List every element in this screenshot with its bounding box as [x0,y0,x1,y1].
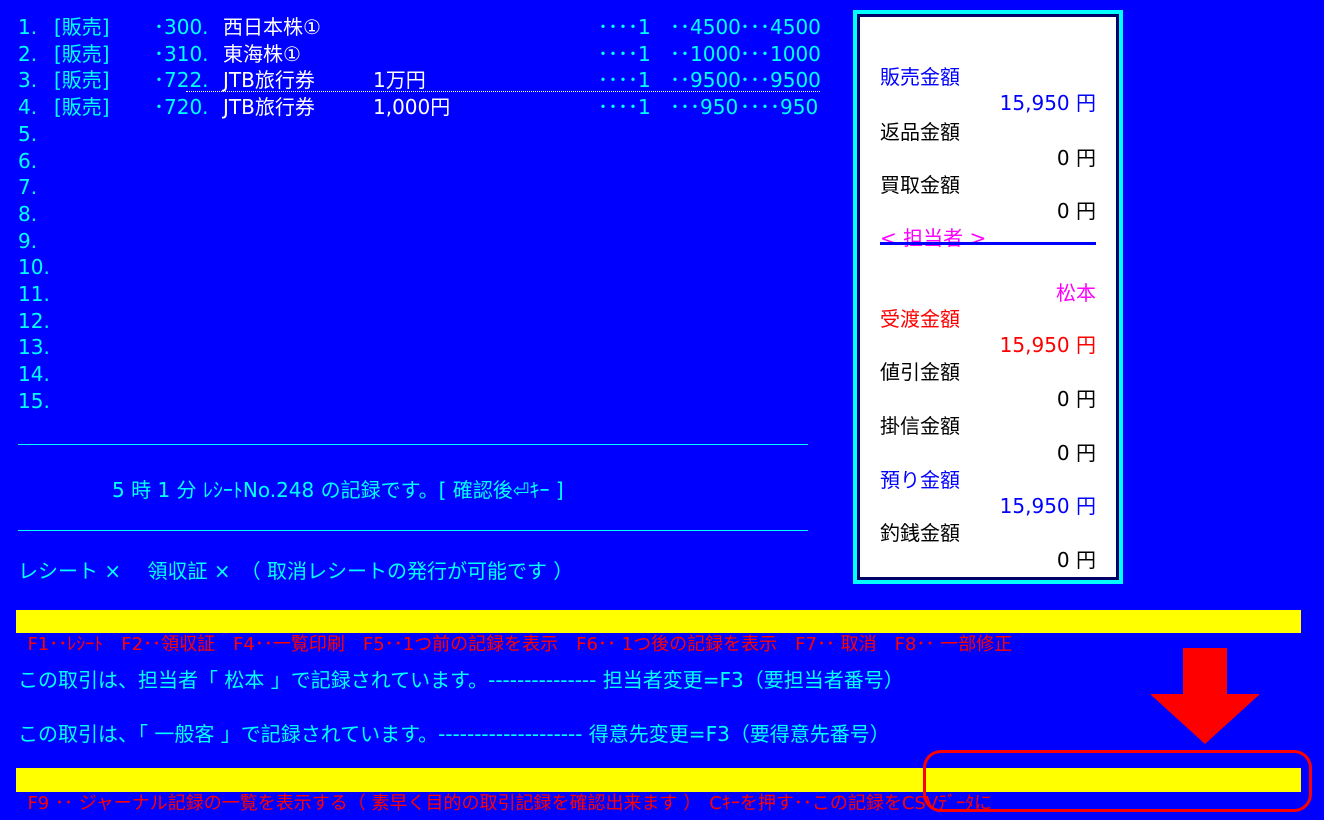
line-cat: [販売] [54,15,110,39]
journal-line: 11. [18,281,828,308]
journal-line: 10. [18,254,828,281]
f9-key[interactable]: F9 ･･ ジャーナル記録の一覧を表示する（ 素早く目的の取引記録を確認出来ます… [27,793,701,814]
journal-line: 9. [18,228,828,255]
line-code: ･720. [154,95,209,120]
line-price: ･･4500 [670,15,741,39]
line-no: 3. [18,68,38,93]
f4-key[interactable]: F4･･一覧印刷 [233,634,345,655]
line-no: 11. [18,282,50,306]
purchase-label: 買取金額 [880,173,960,197]
down-arrow-icon [1150,648,1260,744]
line-price: ･･･950 [670,95,739,120]
change-value: 0 円 [1056,548,1096,572]
discount-label: 値引金額 [880,360,960,384]
line-no: 14. [18,362,50,387]
line-name2: 1,000円 [373,95,451,120]
totals-panel: 販売金額 15,950 円 返品金額 0 円 買取金額 0 円 < 担当者 > … [857,14,1119,580]
line-name: 東海株① [223,41,301,66]
staff-label: < 担当者 > [880,226,987,250]
staff-name: 松本 [1056,281,1096,305]
line-no: 1. [18,15,38,39]
received-value: 15,950 円 [999,333,1096,357]
f2-key[interactable]: F2･･領収証 [121,634,215,655]
receipt-status: レシート × 領収証 × （ 取消レシートの発行が可能です ） [18,559,574,583]
line-no: 10. [18,255,50,280]
journal-line: 7. [18,174,828,201]
journal-line: 8. [18,201,828,228]
line-no: 4. [18,95,38,120]
line-code: ･310. [154,41,209,66]
journal-line: 1. [販売] ･300. 西日本株① ････1 ･･4500 ･･･4500 [18,14,828,41]
returns-label: 返品金額 [880,120,960,144]
line-name: JTB旅行券 [223,95,315,120]
line-no: 9. [18,228,38,253]
credit-label: 掛信金額 [880,414,960,438]
line-cat: [販売] [54,41,110,66]
line-total: ････950 [740,95,819,120]
journal-line: 2. [販売] ･310. 東海株① ････1 ･･1000 ･･･1000 [18,41,828,68]
function-key-bar: F1･･ﾚｼｰﾄ F2･･領収証 F4･･一覧印刷 F5･･1つ前の記録を表示 F6･･… [16,610,1301,655]
sales-label: 販売金額 [880,65,960,89]
line-separator [186,91,820,92]
f1-key[interactable]: F1･･ﾚｼｰﾄ [27,634,103,655]
f5-key[interactable]: F5･･1つ前の記録を表示 [363,634,558,655]
line-no: 15. [18,388,50,413]
line-no: 2. [18,41,38,66]
line-no: 12. [18,308,50,333]
line-qty: ････1 [598,15,651,39]
line-total: ･･･4500 [740,15,821,39]
line-no: 5. [18,121,38,146]
line-no: 6. [18,148,38,173]
journal-line: 13. [18,334,828,361]
divider-top [18,444,808,445]
f8-key[interactable]: F8･･ 一部修正 [895,634,1013,655]
highlight-oval [923,750,1312,812]
divider-bottom [18,530,808,531]
line-price: ･･1000 [670,41,741,66]
staff-info: この取引は、担当者「 松本 」で記録されています。---------------… [18,668,904,692]
f7-key[interactable]: F7･･ 取消 [795,634,877,655]
line-qty: ････1 [598,41,651,66]
journal-line: 14. [18,361,828,388]
line-total: ･･･1000 [740,41,821,66]
journal-line: 6. [18,148,828,175]
sales-value: 15,950 円 [999,91,1096,115]
customer-info: この取引は、「 一般客 」で記録されています。-----------------… [18,722,890,746]
line-cat: [販売] [54,95,110,120]
change-label: 釣銭金額 [880,521,960,545]
line-qty: ････1 [598,95,651,120]
panel-separator [880,242,1096,245]
deposit-label: 預り金額 [880,468,960,492]
line-name: 西日本株① [223,15,321,39]
record-message: 5 時 1 分 ﾚｼｰﾄNo.248 の記録です。[ 確認後⏎ｷｰ ] [112,478,564,502]
journal-line: 4. [販売] ･720. JTB旅行券 1,000円 ････1 ･･･950 ････95… [18,94,828,121]
journal-line: 12. [18,308,828,335]
credit-value: 0 円 [1056,441,1096,465]
received-label: 受渡金額 [880,307,960,331]
journal-lines: 1. [販売] ･300. 西日本株① ････1 ･･4500 ･･･4500 2. [販売]… [18,14,828,444]
line-cat: [販売] [54,68,110,93]
purchase-value: 0 円 [1056,199,1096,223]
line-no: 7. [18,175,38,200]
f6-key[interactable]: F6･･ 1つ後の記録を表示 [576,634,777,655]
returns-value: 0 円 [1056,146,1096,170]
journal-line: 5. [18,121,828,148]
discount-value: 0 円 [1056,387,1096,411]
line-no: 8. [18,201,38,226]
journal-line: 15. [18,388,828,415]
deposit-value: 15,950 円 [999,494,1096,518]
line-code: ･300. [154,15,209,39]
line-no: 13. [18,335,50,360]
